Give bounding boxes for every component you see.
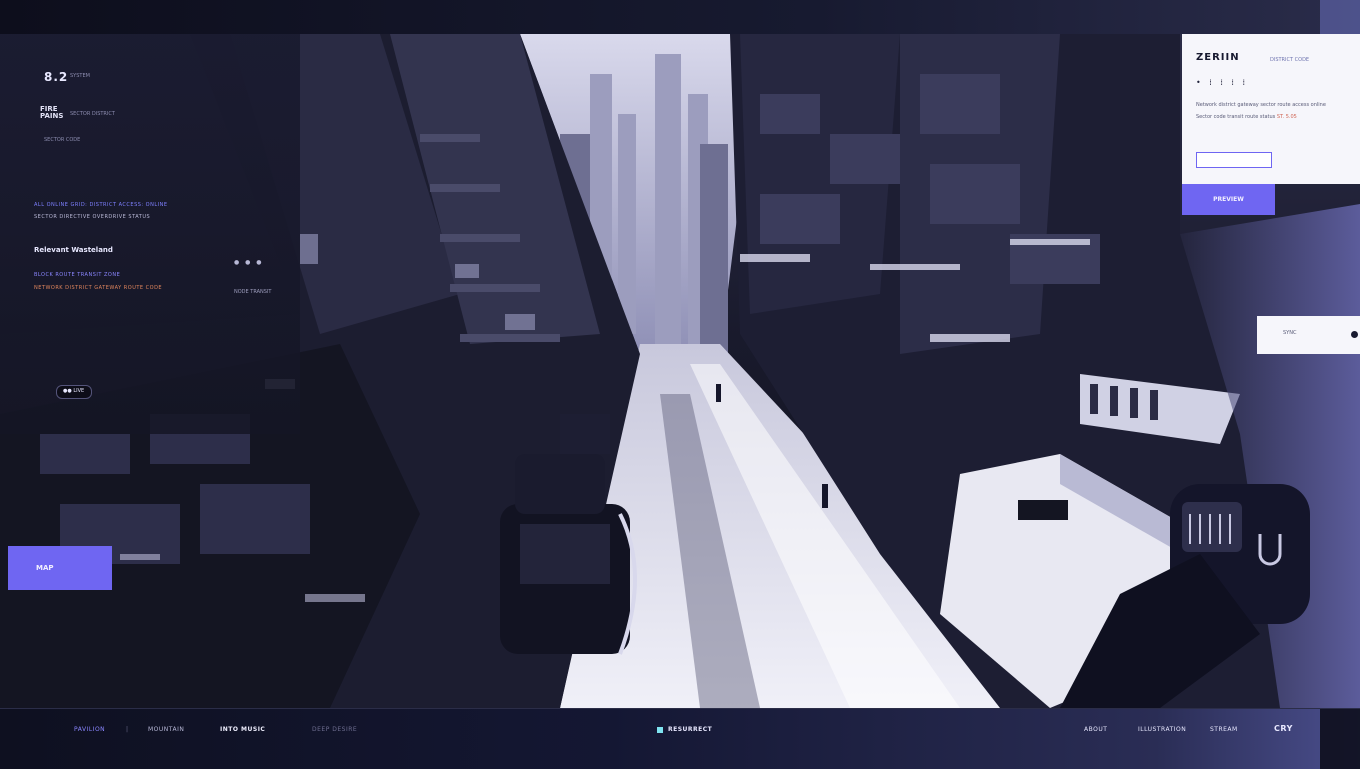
live-badge-label: ●● LIVE xyxy=(63,388,85,394)
top-bar xyxy=(0,0,1360,34)
info-line-3: BLOCK ROUTE TRANSIT ZONE xyxy=(34,272,121,278)
chapter-number: 8.2 xyxy=(44,70,69,84)
preview-button[interactable]: PREVIEW xyxy=(1182,184,1275,215)
nav-item-deep-desire[interactable]: DEEP DESIRE xyxy=(312,726,357,733)
info-time: NODE TRANSIT xyxy=(234,289,272,295)
sync-toast-label: SYNC xyxy=(1283,330,1297,336)
nav-item-cry[interactable]: CRY xyxy=(1274,724,1293,733)
code-input[interactable] xyxy=(1196,152,1272,168)
nav-item-pavilion[interactable]: PAVILION xyxy=(74,726,105,733)
toast-toggle-icon[interactable] xyxy=(1351,331,1358,338)
panel-title-sub: SECTOR DISTRICT xyxy=(70,111,115,117)
bottom-nav-bar: PAVILION | MOUNTAIN INTO MUSIC DEEP DESI… xyxy=(0,708,1360,769)
bottom-bar-edge xyxy=(1320,709,1360,769)
pager-dots-icon[interactable]: • ⁞ ⁞ ⁞ ⁞ xyxy=(1196,78,1248,87)
live-badge[interactable]: ●● LIVE xyxy=(56,385,92,399)
panel-title: FIRE PAINS xyxy=(40,105,64,120)
info-line-2: SECTOR DIRECTIVE OVERDRIVE STATUS xyxy=(34,214,151,220)
right-panel-title: ZERIIN xyxy=(1196,52,1240,63)
right-info-panel: ZERIIN DISTRICT CODE • ⁞ ⁞ ⁞ ⁞ Network d… xyxy=(1182,34,1360,184)
panel-meta: SECTOR CODE xyxy=(44,137,81,143)
top-bar-edge xyxy=(1320,0,1360,34)
section-heading: Relevant Wasteland xyxy=(34,246,113,254)
info-line-4: NETWORK DISTRICT GATEWAY ROUTE CODE xyxy=(34,285,163,291)
nav-item-mountain[interactable]: MOUNTAIN xyxy=(148,726,184,733)
nav-item-resurrect[interactable]: RESURRECT xyxy=(668,726,712,733)
right-panel-accent: ST. 5.05 xyxy=(1276,114,1297,120)
nav-item-into-music[interactable]: INTO MUSIC xyxy=(220,726,265,733)
now-playing-icon xyxy=(657,727,663,733)
right-panel-text-2: Sector code transit route status ST. 5.0… xyxy=(1196,114,1297,120)
right-panel-tag: DISTRICT CODE xyxy=(1270,57,1310,63)
nav-item-illustration[interactable]: ILLUSTRATION xyxy=(1138,726,1186,733)
nav-item-about[interactable]: ABOUT xyxy=(1084,726,1107,733)
info-line-1: ALL ONLINE GRID: DISTRICT ACCESS: ONLINE xyxy=(34,202,168,208)
map-button[interactable]: MAP xyxy=(8,546,112,590)
left-info-panel: 8.2 SYSTEM FIRE PAINS SECTOR DISTRICT SE… xyxy=(0,34,300,434)
nav-item-stream[interactable]: STREAM xyxy=(1210,726,1238,733)
chapter-number-sub: SYSTEM xyxy=(70,73,90,79)
right-panel-text-1: Network district gateway sector route ac… xyxy=(1196,102,1326,108)
status-dots-icon: ● ● ● xyxy=(234,259,264,266)
nav-separator: | xyxy=(126,726,129,733)
sync-toast[interactable]: SYNC xyxy=(1257,316,1360,354)
